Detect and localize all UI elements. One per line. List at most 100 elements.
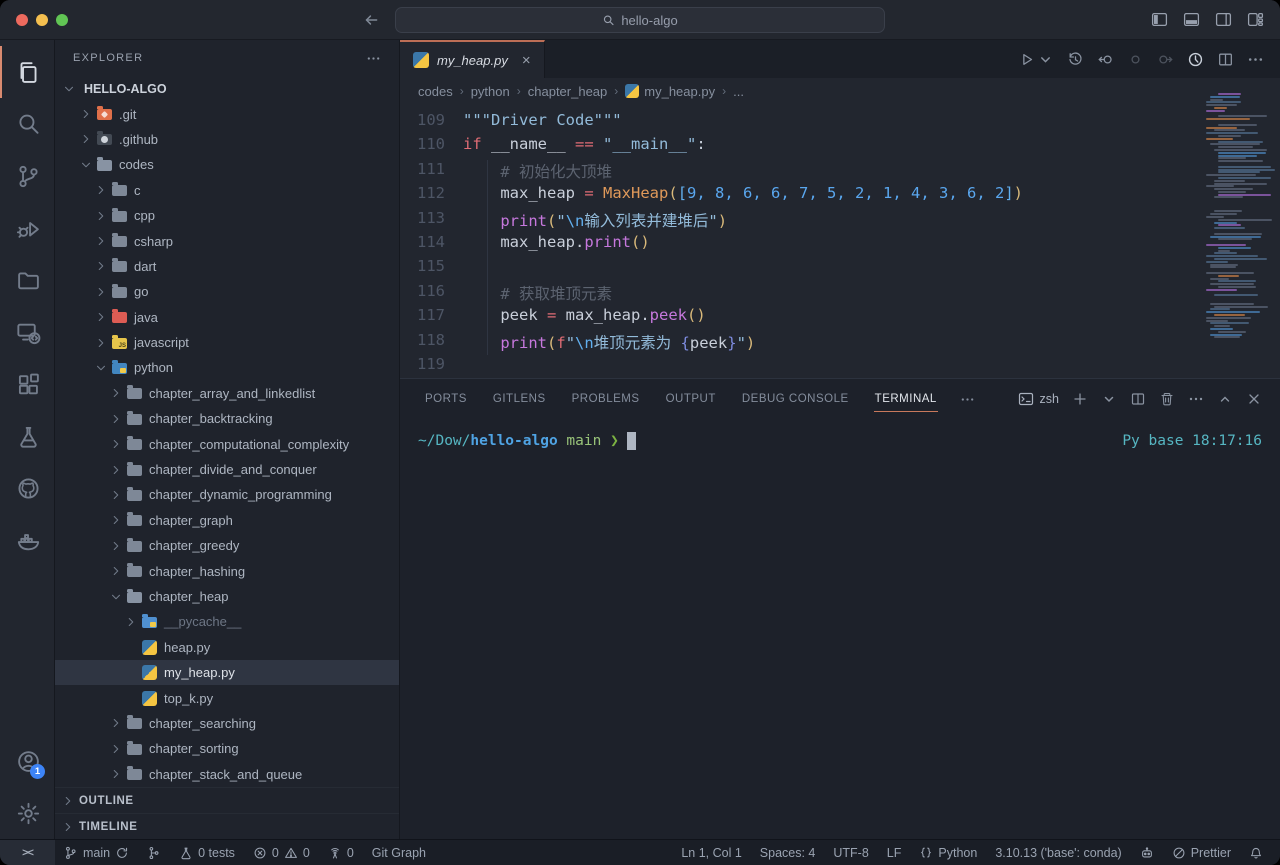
chevron-right-icon[interactable] [108,412,124,426]
tree-item-HELLO-ALGO[interactable]: HELLO-ALGO [55,76,399,101]
terminal-instance[interactable]: zsh [1018,391,1059,407]
timeline-history-icon[interactable] [1067,51,1084,68]
tree-item-go[interactable]: go [55,279,399,304]
nav-forward-circle-icon[interactable] [1157,51,1174,68]
activity-item-project-manager[interactable] [0,254,54,306]
run-python-file-icon[interactable] [1018,51,1035,68]
editor[interactable]: codes›python›chapter_heap›my_heap.py›...… [400,78,1280,378]
breadcrumb-item[interactable]: ... [733,84,744,99]
tree-item-chapter-hashing[interactable]: chapter_hashing [55,558,399,583]
status-notifications[interactable] [1240,840,1272,865]
new-terminal-icon[interactable] [1072,391,1088,407]
activity-item-extensions[interactable] [0,358,54,410]
run-dropdown-chevron-icon[interactable] [1037,51,1054,68]
tree-item--pycache-[interactable]: __pycache__ [55,609,399,634]
panel-tab-ports[interactable]: PORTS [418,379,480,419]
tree-item-chapter-computational-complexity[interactable]: chapter_computational_complexity [55,431,399,456]
chevron-right-icon[interactable] [93,259,109,273]
tree-item-chapter-greedy[interactable]: chapter_greedy [55,533,399,558]
tree-file-top-k-py[interactable]: top_k.py [55,685,399,710]
tree-item-chapter-divide-and-conquer[interactable]: chapter_divide_and_conquer [55,457,399,482]
nav-dot-circle-icon[interactable] [1127,51,1144,68]
command-center-search[interactable]: hello-algo [395,7,885,33]
close-window-button[interactable] [16,14,28,26]
chevron-down-icon[interactable] [78,158,94,172]
minimap[interactable] [1206,93,1272,339]
sidebar-section-outline[interactable]: OUTLINE [55,787,399,813]
sidebar-section-timeline[interactable]: TIMELINE [55,813,399,839]
minimize-window-button[interactable] [36,14,48,26]
tree-item--git[interactable]: .git [55,101,399,126]
status-encoding[interactable]: UTF-8 [824,840,877,865]
activity-item-settings[interactable] [0,787,54,839]
breadcrumb-item[interactable]: chapter_heap [528,84,608,99]
activity-item-testing[interactable] [0,410,54,462]
status-prettier[interactable]: Prettier [1163,840,1240,865]
profile-clock-icon[interactable] [1187,51,1204,68]
chevron-right-icon[interactable] [108,386,124,400]
breadcrumb-item[interactable]: python [471,84,510,99]
toggle-panel-icon[interactable] [1183,11,1200,28]
tree-item-python[interactable]: python [55,355,399,380]
chevron-right-icon[interactable] [108,767,124,781]
status-python-interpreter[interactable]: 3.10.13 ('base': conda) [986,840,1130,865]
panel-more-actions-icon[interactable] [1188,391,1204,407]
terminal-dropdown-chevron-icon[interactable] [1101,391,1117,407]
tree-item-javascript[interactable]: javascript [55,330,399,355]
status-ports[interactable]: 0 [319,840,363,865]
chevron-down-icon[interactable] [108,590,124,604]
close-panel-icon[interactable] [1246,391,1262,407]
activity-item-search[interactable] [0,98,54,150]
tree-item-chapter-graph[interactable]: chapter_graph [55,508,399,533]
tab-my-heap[interactable]: my_heap.py × [400,40,545,78]
chevron-right-icon[interactable] [93,336,109,350]
explorer-more-actions-icon[interactable] [366,51,381,66]
breadcrumb-item[interactable]: codes [418,84,453,99]
activity-item-accounts[interactable]: 1 [0,735,54,787]
status-tests[interactable]: 0 tests [170,840,244,865]
maximize-panel-chevron-icon[interactable] [1217,391,1233,407]
tree-item-codes[interactable]: codes [55,152,399,177]
tree-item-java[interactable]: java [55,305,399,330]
tree-item-chapter-backtracking[interactable]: chapter_backtracking [55,406,399,431]
status-eol[interactable]: LF [878,840,911,865]
tree-file-heap-py[interactable]: heap.py [55,635,399,660]
toggle-secondary-sidebar-icon[interactable] [1215,11,1232,28]
status-branch[interactable]: main [55,840,138,865]
status-git-graph[interactable]: Git Graph [363,840,435,865]
breadcrumb-item[interactable]: my_heap.py [625,84,715,99]
tree-item-csharp[interactable]: csharp [55,228,399,253]
chevron-right-icon[interactable] [123,615,139,629]
tab-close-icon[interactable]: × [522,53,531,68]
tree-item-dart[interactable]: dart [55,254,399,279]
panel-tab-output[interactable]: OUTPUT [653,379,729,419]
chevron-right-icon[interactable] [78,107,94,121]
terminal-content[interactable]: ~/Dow/hello-algo main ❯ Py base 18:17:16 [400,419,1280,839]
chevron-right-icon[interactable] [108,463,124,477]
status-indentation[interactable]: Spaces: 4 [751,840,825,865]
chevron-right-icon[interactable] [108,437,124,451]
panel-tab-problems[interactable]: PROBLEMS [559,379,653,419]
activity-item-remote-explorer[interactable] [0,306,54,358]
status-git-graph-icon-item[interactable] [138,840,170,865]
status-cursor-position[interactable]: Ln 1, Col 1 [672,840,750,865]
tree-item-chapter-array-and-linkedlist[interactable]: chapter_array_and_linkedlist [55,381,399,406]
chevron-right-icon[interactable] [108,539,124,553]
tree-item-chapter-searching[interactable]: chapter_searching [55,711,399,736]
customize-layout-icon[interactable] [1247,11,1264,28]
chevron-down-icon[interactable] [93,361,109,375]
chevron-right-icon[interactable] [108,742,124,756]
tree-item-chapter-sorting[interactable]: chapter_sorting [55,736,399,761]
panel-tab-terminal[interactable]: TERMINAL [862,379,950,419]
tree-item-chapter-heap[interactable]: chapter_heap [55,584,399,609]
toggle-primary-sidebar-icon[interactable] [1151,11,1168,28]
tree-item-chapter-stack-and-queue[interactable]: chapter_stack_and_queue [55,762,399,787]
activity-item-source-control[interactable] [0,150,54,202]
chevron-right-icon[interactable] [93,310,109,324]
nav-back-circle-icon[interactable] [1097,51,1114,68]
tree-item--github[interactable]: .github [55,127,399,152]
activity-item-docker[interactable] [0,514,54,566]
panel-tab-debug-console[interactable]: DEBUG CONSOLE [729,379,862,419]
split-editor-icon[interactable] [1217,51,1234,68]
status-language-mode[interactable]: Python [910,840,986,865]
